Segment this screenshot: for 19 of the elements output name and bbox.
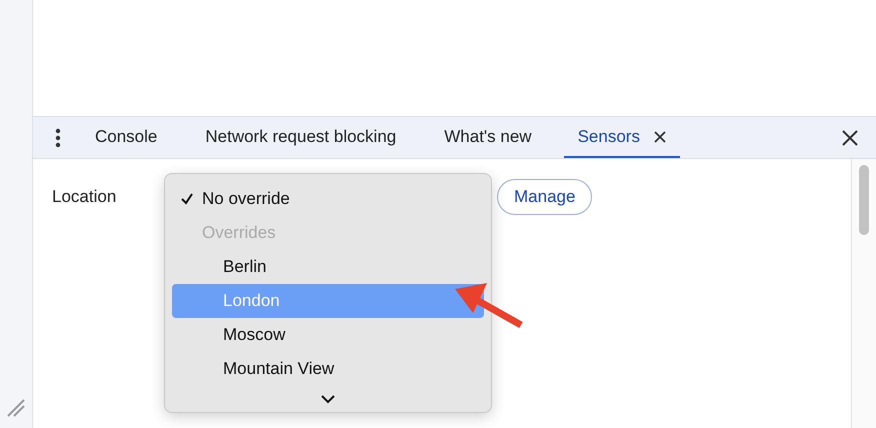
location-label: Location [52, 187, 118, 207]
manage-button[interactable]: Manage [497, 179, 592, 215]
drawer-tab[interactable]: Console [79, 117, 174, 158]
close-tab-icon[interactable] [654, 130, 666, 142]
menu-group-label: Overrides [201, 222, 277, 244]
drawer-tab[interactable]: Network request blocking [189, 117, 412, 158]
menu-option[interactable]: No override [172, 182, 484, 216]
resize-handle-icon[interactable] [6, 398, 26, 418]
scrollbar[interactable] [851, 159, 876, 428]
menu-option[interactable]: Berlin [172, 250, 484, 284]
drawer-tab[interactable]: What's new [428, 117, 548, 158]
more-menu-icon[interactable] [55, 128, 61, 148]
scrollbar-thumb[interactable] [859, 165, 869, 235]
chevron-down-icon[interactable] [320, 394, 336, 404]
checkmark-icon [180, 192, 194, 206]
close-icon[interactable] [842, 130, 858, 146]
drawer-tab[interactable]: Sensors [564, 117, 680, 158]
menu-option[interactable]: Mountain View [172, 352, 484, 386]
menu-option[interactable]: Moscow [172, 318, 484, 352]
